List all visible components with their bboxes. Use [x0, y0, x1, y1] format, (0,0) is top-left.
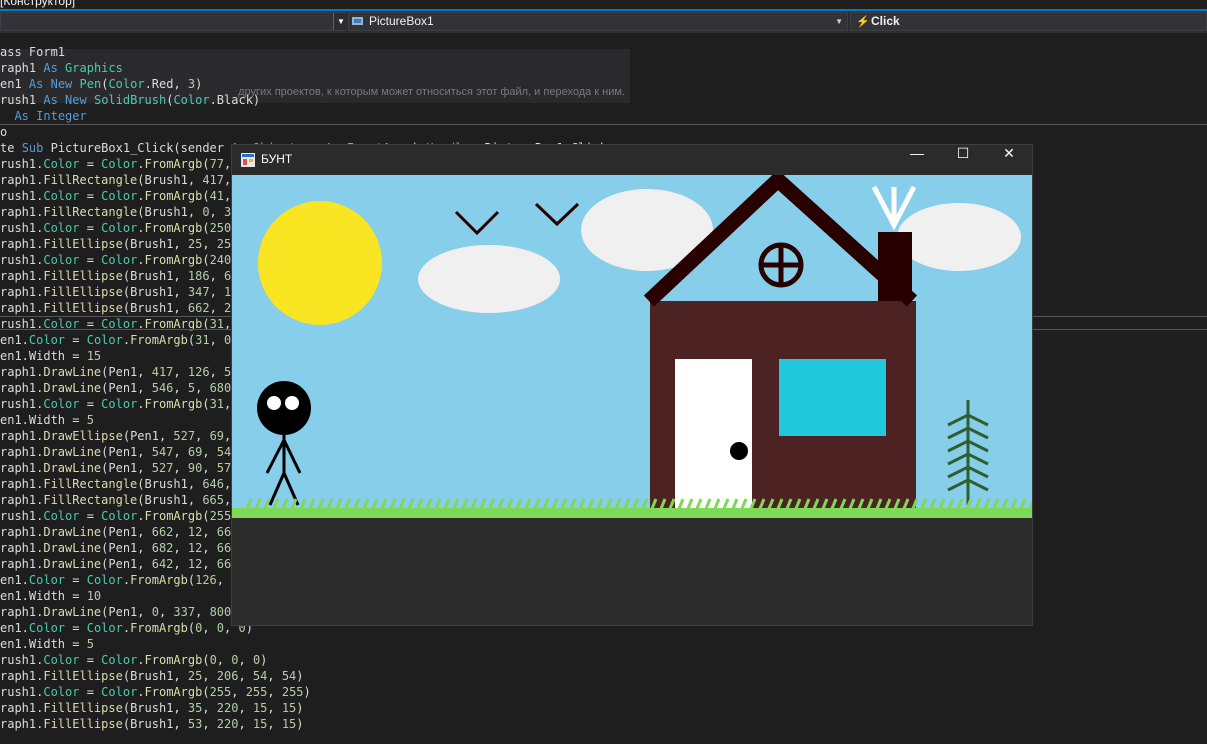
code-line[interactable]: raph1 As Graphics — [0, 60, 123, 76]
code-line[interactable]: rush1.Color = Color.FromArgb(31, — [0, 396, 231, 412]
event-dropdown[interactable]: ⚡ Click — [850, 12, 1207, 31]
lightning-icon: ⚡ — [856, 16, 870, 28]
code-line[interactable]: raph1.FillEllipse(Brush1, 662, 27 — [0, 300, 238, 316]
window-title: БУНТ — [261, 152, 293, 166]
control-icon — [352, 17, 363, 25]
code-line[interactable]: raph1.FillEllipse(Brush1, 347, 12 — [0, 284, 238, 300]
cloud — [418, 245, 560, 313]
code-line[interactable]: en1.Color = Color.FromArgb(31, 0, — [0, 332, 238, 348]
code-line[interactable]: rush1.Color = Color.FromArgb(250, — [0, 220, 238, 236]
document-tab-title[interactable]: [Конструктор] — [0, 0, 75, 8]
editor-separator — [0, 124, 1207, 125]
code-line[interactable]: raph1.FillRectangle(Brush1, 417, — [0, 172, 231, 188]
cloud — [897, 203, 1021, 271]
stickman-eye — [285, 396, 299, 410]
code-line[interactable]: raph1.DrawLine(Pen1, 0, 337, 800, — [0, 604, 238, 620]
door — [675, 359, 752, 512]
minimize-button[interactable]: — — [894, 145, 940, 175]
code-line[interactable]: en1.Color = Color.FromArgb(0, 0, 0) — [0, 620, 253, 636]
member-dropdown[interactable]: PictureBox1 ▼ — [348, 12, 848, 31]
code-line[interactable]: rush1.Color = Color.FromArgb(255, 255, 2… — [0, 684, 311, 700]
code-line[interactable]: rush1 As New SolidBrush(Color.Black) — [0, 92, 260, 108]
code-line[interactable]: en1.Width = 5 — [0, 636, 94, 652]
code-line[interactable]: raph1.FillRectangle(Brush1, 646, — [0, 476, 231, 492]
code-line[interactable]: raph1.FillRectangle(Brush1, 665, — [0, 492, 231, 508]
chevron-down-icon[interactable]: ▼ — [333, 13, 348, 30]
code-line[interactable]: raph1.DrawEllipse(Pen1, 527, 69, — [0, 428, 231, 444]
code-line[interactable]: As Integer — [0, 108, 86, 124]
code-line[interactable]: en1.Color = Color.FromArgb(126, 2 — [0, 572, 238, 588]
code-line[interactable]: rush1.Color = Color.FromArgb(255, 2 — [0, 508, 253, 524]
code-line[interactable]: raph1.FillRectangle(Brush1, 0, 33 — [0, 204, 238, 220]
picture-box[interactable] — [232, 175, 1032, 518]
code-line[interactable]: raph1.FillEllipse(Brush1, 25, 206, 54, 5… — [0, 668, 304, 684]
code-line[interactable]: rush1.Color = Color.FromArgb(0, 0, 0) — [0, 652, 267, 668]
window-titlebar[interactable]: БУНТ — ☐ ✕ — [232, 145, 1032, 175]
code-line[interactable]: raph1.FillEllipse(Brush1, 35, 220, 15, 1… — [0, 700, 304, 716]
code-line[interactable]: rush1.Color = Color.FromArgb(77, — [0, 156, 231, 172]
minimize-icon: — — [910, 145, 924, 161]
form-icon — [241, 153, 255, 167]
code-line[interactable]: en1 As New Pen(Color.Red, 3) — [0, 76, 202, 92]
code-line[interactable]: raph1.DrawLine(Pen1, 642, 12, 662 — [0, 556, 238, 572]
code-line[interactable]: raph1.DrawLine(Pen1, 547, 69, 547 — [0, 444, 238, 460]
chevron-down-icon: ▼ — [835, 17, 843, 26]
navigation-bar: ▼ PictureBox1 ▼ ⚡ Click — [0, 11, 1207, 33]
member-dropdown-label: PictureBox1 — [369, 14, 434, 28]
event-dropdown-label: Click — [871, 14, 900, 28]
code-line[interactable]: raph1.DrawLine(Pen1, 417, 126, 54 — [0, 364, 238, 380]
code-line[interactable]: o — [0, 124, 7, 140]
code-line[interactable]: raph1.DrawLine(Pen1, 662, 12, 662 — [0, 524, 238, 540]
object-selector-dropdown[interactable]: ▼ — [0, 12, 348, 31]
code-line[interactable]: raph1.FillEllipse(Brush1, 25, 25, — [0, 236, 238, 252]
maximize-button[interactable]: ☐ — [940, 145, 986, 175]
ground — [232, 508, 1032, 518]
code-line[interactable]: raph1.DrawLine(Pen1, 527, 90, 570 — [0, 460, 238, 476]
tab-strip: [Конструктор] — [0, 0, 1207, 9]
code-line[interactable]: en1.Width = 5 — [0, 412, 94, 428]
code-line[interactable]: raph1.FillEllipse(Brush1, 186, 69 — [0, 268, 238, 284]
code-line[interactable]: en1.Width = 10 — [0, 588, 101, 604]
code-line[interactable]: raph1.DrawLine(Pen1, 546, 5, 680, — [0, 380, 238, 396]
code-line[interactable]: raph1.DrawLine(Pen1, 682, 12, 662 — [0, 540, 238, 556]
door-knob — [730, 442, 748, 460]
maximize-icon: ☐ — [956, 145, 970, 161]
code-line[interactable]: rush1.Color = Color.FromArgb(240, — [0, 252, 238, 268]
close-icon: ✕ — [1003, 145, 1015, 161]
sun — [258, 201, 382, 325]
house-window — [779, 359, 886, 436]
stickman-head — [257, 381, 311, 435]
code-line[interactable]: en1.Width = 15 — [0, 348, 101, 364]
close-button[interactable]: ✕ — [986, 145, 1032, 175]
code-line[interactable]: raph1.FillEllipse(Brush1, 53, 220, 15, 1… — [0, 716, 304, 732]
form-window: БУНТ — ☐ ✕ — [231, 144, 1033, 626]
stickman-eye — [267, 396, 281, 410]
code-line[interactable]: ass Form1 — [0, 44, 65, 60]
code-line[interactable]: rush1.Color = Color.FromArgb(41, — [0, 188, 231, 204]
